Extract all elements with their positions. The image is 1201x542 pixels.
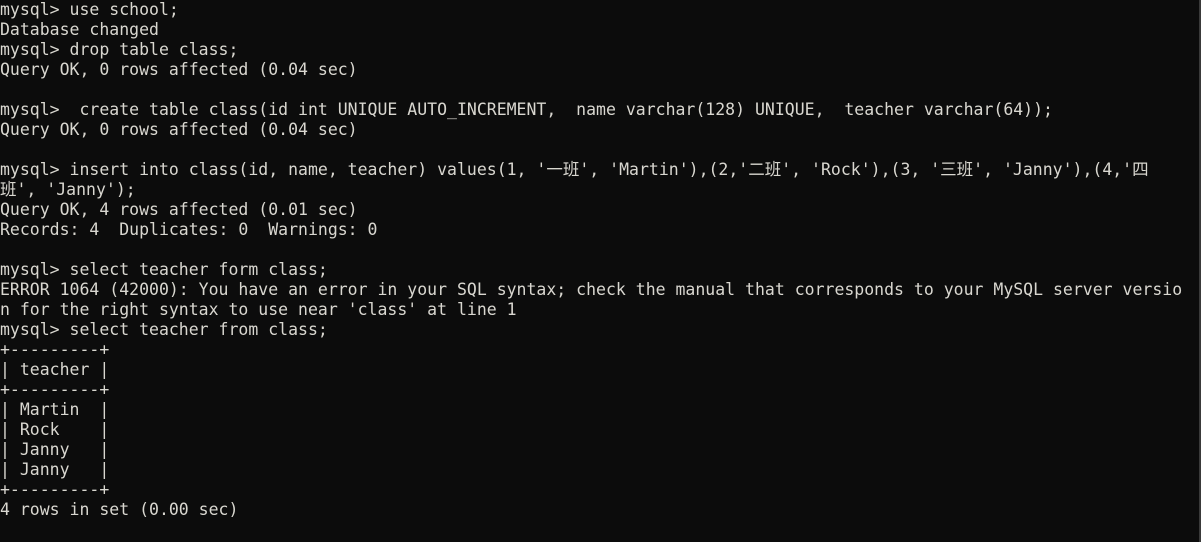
cmd-select-teacher-from: mysql> select teacher from class; (0, 320, 328, 339)
out-create-ok: Query OK, 0 rows affected (0.04 sec) (0, 120, 358, 139)
out-database-changed: Database changed (0, 20, 159, 39)
table-bottom-border: +---------+ (0, 480, 110, 499)
cmd-select-teacher-form: mysql> select teacher form class; (0, 260, 328, 279)
blank-2 (0, 140, 1199, 160)
out-error-1064-wrap-0: ERROR 1064 (42000): You have an error in… (0, 280, 1183, 299)
cmd-drop-table-class: mysql> drop table class; (0, 40, 239, 59)
table-row-martin: | Martin | (0, 400, 110, 419)
out-drop-ok: Query OK, 0 rows affected (0.04 sec) (0, 60, 358, 79)
cmd-create-table-class: mysql> create table class(id int UNIQUE … (0, 100, 1053, 119)
out-insert-records: Records: 4 Duplicates: 0 Warnings: 0 (0, 220, 378, 239)
table-row-rock: | Rock | (0, 420, 110, 439)
terminal-window[interactable]: mysql> use school; Database changed mysql>… (0, 0, 1201, 542)
blank-1 (0, 80, 1199, 100)
table-row-janny-1: | Janny | (0, 440, 110, 459)
cmd-insert-into-class-wrap-0: mysql> insert into class(id, name, teach… (0, 160, 1149, 179)
terminal-output-buffer[interactable]: mysql> use school; Database changed mysql>… (0, 0, 1199, 542)
out-error-1064-wrap-1: n for the right syntax to use near 'clas… (0, 300, 517, 319)
cmd-use-school: mysql> use school; (0, 0, 179, 19)
out-rows-in-set: 4 rows in set (0.00 sec) (0, 500, 239, 519)
table-top-border: +---------+ (0, 340, 110, 359)
table-header-separator: +---------+ (0, 380, 110, 399)
out-insert-ok: Query OK, 4 rows affected (0.01 sec) (0, 200, 358, 219)
blank-4 (0, 520, 1199, 540)
table-row-janny-2: | Janny | (0, 460, 110, 479)
table-header-row: | teacher | (0, 360, 110, 379)
cmd-insert-into-class-wrap-1: 班', 'Janny'); (0, 180, 136, 199)
blank-3 (0, 240, 1199, 260)
